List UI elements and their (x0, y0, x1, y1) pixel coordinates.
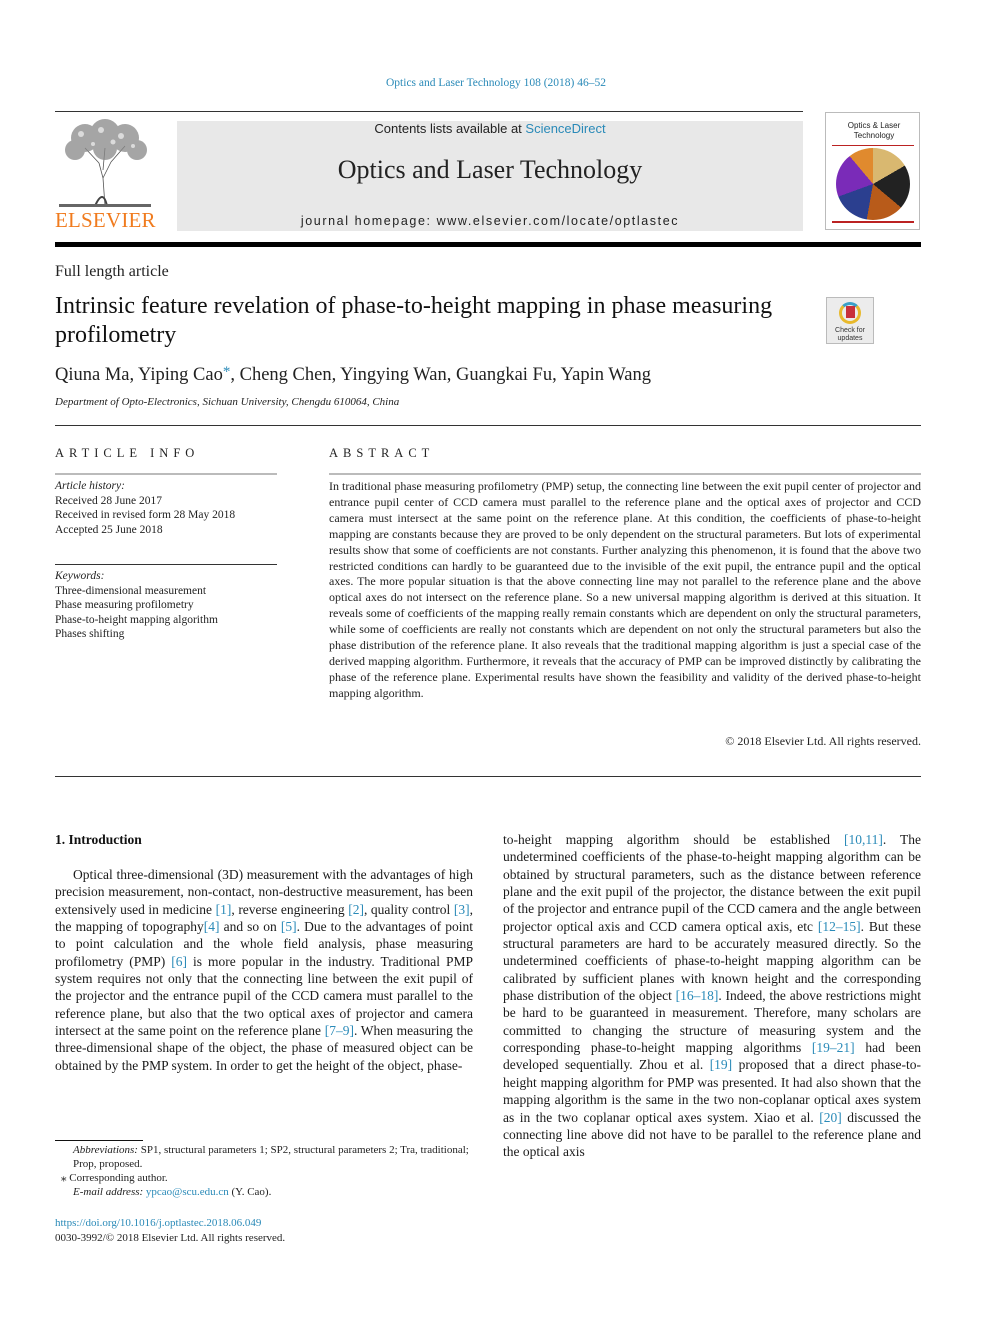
journal-cover-image[interactable]: Optics & Laser Technology (825, 112, 920, 230)
citation-link[interactable]: [3] (454, 902, 470, 917)
section-heading-introduction: 1. Introduction (55, 832, 142, 847)
abstract-text: In traditional phase measuring profilome… (329, 479, 921, 700)
body-text-run: , reverse engineering (231, 901, 349, 917)
citation-link[interactable]: [19–21] (812, 1040, 855, 1055)
doi-link[interactable]: https://doi.org/10.1016/j.optlastec.2018… (55, 1216, 285, 1231)
affiliation-divider (55, 425, 921, 426)
history-label: Article history: (55, 480, 125, 492)
journal-homepage-link[interactable]: journal homepage: www.elsevier.com/locat… (177, 214, 803, 228)
email-footnote: E-mail address: ypcao@scu.edu.cn (Y. Cao… (55, 1185, 473, 1199)
citation-link[interactable]: [19] (710, 1057, 733, 1072)
crossmark-bookmark-icon (846, 306, 855, 318)
check-for-updates-button[interactable]: Check for updates (826, 297, 874, 344)
email-label: E-mail address: (73, 1186, 146, 1198)
body-column-left: Optical three-dimensional (3D) measureme… (55, 866, 473, 1074)
doi-block: https://doi.org/10.1016/j.optlastec.2018… (55, 1216, 285, 1245)
footnotes: Abbreviations: SP1, structural parameter… (55, 1143, 473, 1199)
authors-first: Qiuna Ma, Yiping Cao (55, 365, 223, 385)
abstract-end-divider (55, 776, 921, 777)
citation-link[interactable]: [2] (348, 902, 364, 917)
issn-copyright: 0030-3992/© 2018 Elsevier Ltd. All right… (55, 1231, 286, 1244)
article-info-divider (55, 473, 277, 475)
body-text-run: to-height mapping algorithm should be es… (503, 832, 845, 847)
article-title: Intrinsic feature revelation of phase-to… (55, 293, 773, 348)
history-revised: Received in revised form 28 May 2018 (55, 509, 236, 521)
keywords-label: Keywords: (55, 570, 105, 582)
citation-link[interactable]: [10,11] (844, 832, 883, 847)
header-thick-divider (55, 242, 921, 247)
journal-banner: Contents lists available at ScienceDirec… (177, 121, 803, 231)
authors-rest: , Cheng Chen, Yingying Wan, Guangkai Fu,… (230, 365, 651, 385)
elsevier-tree-icon (59, 119, 151, 207)
email-suffix: (Y. Cao). (228, 1186, 272, 1198)
keyword-item: Phases shifting (55, 628, 125, 640)
citation-link[interactable]: [7–9] (325, 1023, 354, 1038)
body-text-run: and so on (219, 919, 281, 935)
top-divider (55, 111, 803, 112)
abstract-divider (329, 473, 921, 475)
abstract-copyright: © 2018 Elsevier Ltd. All rights reserved… (725, 734, 921, 748)
contents-line: Contents lists available at ScienceDirec… (177, 121, 803, 136)
body-text-run: , quality control (363, 901, 454, 917)
affiliation: Department of Opto-Electronics, Sichuan … (55, 396, 400, 408)
abbreviations-footnote: Abbreviations: SP1, structural parameter… (55, 1143, 473, 1171)
cover-title: Optics & Laser Technology (847, 121, 901, 140)
article-info-heading: ARTICLE INFO (55, 446, 200, 460)
sciencedirect-link[interactable]: ScienceDirect (525, 121, 605, 136)
email-link[interactable]: ypcao@scu.edu.cn (146, 1186, 229, 1198)
journal-title: Optics and Laser Technology (337, 155, 643, 184)
history-accepted: Accepted 25 June 2018 (55, 523, 163, 536)
history-received: Received 28 June 2017 (55, 494, 162, 507)
citation-link[interactable]: [12–15] (818, 919, 861, 934)
elsevier-logo[interactable]: ELSEVIER (55, 118, 156, 233)
cover-artwork (836, 148, 910, 220)
contents-prefix: Contents lists available at (374, 121, 526, 136)
keywords-divider (55, 564, 277, 565)
article-type: Full length article (55, 263, 169, 280)
abstract-heading: ABSTRACT (329, 446, 435, 460)
article-history: Article history: Received 28 June 2017 R… (55, 479, 277, 537)
elsevier-wordmark: ELSEVIER (55, 208, 156, 232)
author-list: Qiuna Ma, Yiping Cao*, Cheng Chen, Yingy… (55, 364, 651, 386)
keyword-item: Phase-to-height mapping algorithm (55, 613, 218, 626)
citation-link[interactable]: [5] (281, 919, 297, 934)
abbreviations-label: Abbreviations: (73, 1144, 138, 1156)
keyword-item: Phase measuring profilometry (55, 599, 194, 611)
check-for-updates-label: Check for updates (835, 327, 865, 342)
footnote-divider (55, 1140, 143, 1141)
cover-divider (832, 145, 914, 146)
citation-link[interactable]: [16–18] (676, 988, 719, 1003)
citation-link[interactable]: [4] (204, 919, 220, 934)
citation-link[interactable]: [20] (819, 1110, 842, 1125)
journal-citation-link[interactable]: Optics and Laser Technology 108 (2018) 4… (0, 77, 992, 89)
keywords-list: Keywords: Three-dimensional measurement … (55, 569, 277, 642)
cover-footer-bar (832, 221, 914, 223)
corresponding-author-note: ⁎ Corresponding author. (61, 1172, 168, 1184)
body-column-right: to-height mapping algorithm should be es… (503, 831, 921, 1161)
citation-link[interactable]: [1] (216, 902, 232, 917)
keyword-item: Three-dimensional measurement (55, 584, 207, 597)
citation-link[interactable]: [6] (171, 954, 187, 969)
